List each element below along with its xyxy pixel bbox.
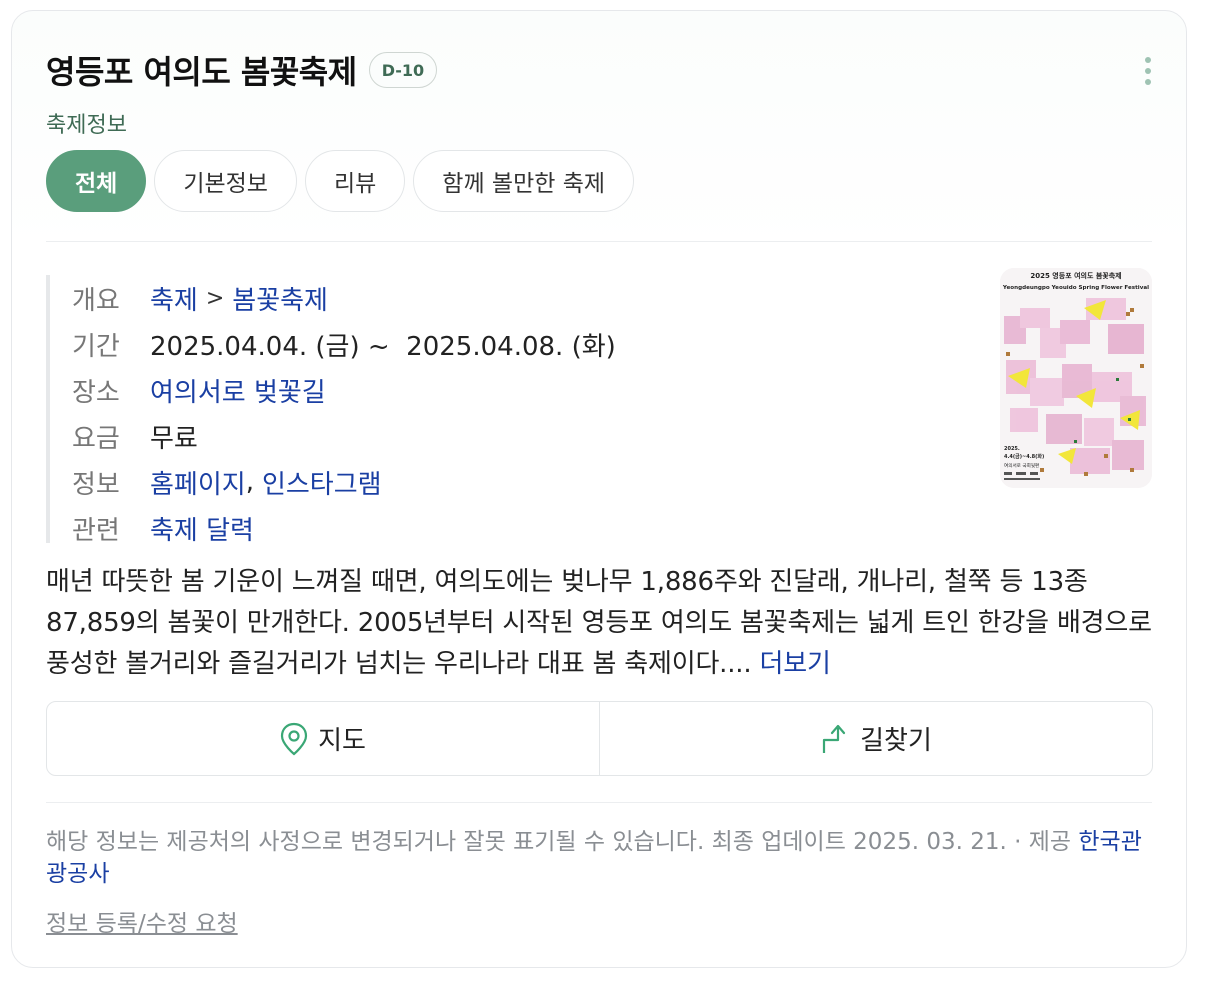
festival-poster[interactable]: 2025 영등포 여의도 봄꽃축제 Yeongdeungpo Yeouido S…	[1000, 268, 1152, 488]
poster-date: 4.4(금)~4.8(화)	[1004, 453, 1044, 460]
poster-english: Yeongdeungpo Yeouido Spring Flower Festi…	[1002, 285, 1149, 291]
tab-bar: 전체 기본정보 리뷰 함께 볼만한 축제	[46, 150, 635, 212]
tab-basic-info[interactable]: 기본정보	[154, 150, 297, 212]
info-row-period: 기간 2025.04.04. (금) ~ 2025.04.08. (화)	[72, 321, 926, 367]
info-row-fee: 요금 무료	[72, 413, 926, 459]
report-edit-link[interactable]: 정보 등록/수정 요청	[46, 904, 238, 938]
poster-title: 2025 영등포 여의도 봄꽃축제	[1030, 271, 1121, 280]
info-label: 관련	[72, 515, 120, 546]
tab-related-festivals[interactable]: 함께 볼만한 축제	[413, 150, 635, 212]
info-label: 장소	[72, 377, 120, 408]
info-label: 기간	[72, 331, 120, 362]
festival-description: 매년 따뜻한 봄 기운이 느껴질 때면, 여의도에는 벚나무 1,886주와 진…	[46, 562, 1156, 685]
page-title[interactable]: 영등포 여의도 봄꽃축제	[46, 47, 357, 93]
info-row-links: 정보 홈페이지 , 인스타그램	[72, 459, 926, 505]
info-notice: 해당 정보는 제공처의 사정으로 변경되거나 잘못 표기될 수 있습니다. 최종…	[46, 826, 1146, 890]
info-row-place: 장소 여의서로 벚꽃길	[72, 367, 926, 413]
instagram-link[interactable]: 인스타그램	[262, 464, 382, 501]
info-row-overview: 개요 축제 > 봄꽃축제	[72, 275, 926, 321]
fee-value: 무료	[150, 423, 198, 454]
description-text: 매년 따뜻한 봄 기운이 느껴질 때면, 여의도에는 벚나무 1,886주와 진…	[46, 567, 1152, 679]
info-row-related: 관련 축제 달력	[72, 505, 926, 551]
info-label: 요금	[72, 423, 120, 454]
notice-text: 해당 정보는 제공처의 사정으로 변경되거나 잘못 표기될 수 있습니다. 최종…	[46, 829, 1007, 855]
comma: ,	[245, 467, 254, 497]
directions-arrow-icon	[823, 724, 846, 753]
poster-image: 2025 영등포 여의도 봄꽃축제 Yeongdeungpo Yeouido S…	[1000, 268, 1152, 488]
read-more-link[interactable]: 더보기	[760, 649, 831, 679]
title-row: 영등포 여의도 봄꽃축제 D-10	[46, 47, 438, 93]
tab-all[interactable]: 전체	[46, 150, 147, 212]
map-button[interactable]: 지도	[47, 702, 599, 775]
info-list: 개요 축제 > 봄꽃축제 기간 2025.04.04. (금) ~ 2025.0…	[46, 275, 926, 546]
action-bar: 지도 길찾기	[46, 701, 1153, 776]
info-label: 개요	[72, 285, 120, 316]
divider	[46, 802, 1152, 803]
map-label: 지도	[318, 726, 366, 756]
place-link[interactable]: 여의서로 벚꽃길	[150, 372, 326, 409]
poster-place: 여의서로 국회뒷편	[1004, 462, 1039, 469]
homepage-link[interactable]: 홈페이지	[150, 464, 246, 501]
tab-reviews[interactable]: 리뷰	[304, 150, 406, 212]
directions-label: 길찾기	[860, 726, 932, 756]
category-link[interactable]: 축제	[150, 280, 198, 317]
info-label: 정보	[72, 469, 120, 500]
location-pin-icon	[280, 722, 308, 755]
more-options-icon[interactable]	[1140, 57, 1156, 85]
directions-button[interactable]: 길찾기	[599, 702, 1152, 775]
subcategory-link[interactable]: 봄꽃축제	[232, 280, 328, 317]
divider	[46, 241, 1152, 242]
dday-badge: D-10	[368, 52, 438, 88]
festival-card: 영등포 여의도 봄꽃축제 D-10 축제정보 전체 기본정보 리뷰 함께 볼만한…	[11, 10, 1187, 968]
period-value: 2025.04.04. (금) ~ 2025.04.08. (화)	[150, 331, 616, 362]
provider-prefix: · 제공	[1014, 829, 1072, 855]
breadcrumb-separator: >	[205, 285, 225, 311]
festival-calendar-link[interactable]: 축제 달력	[150, 510, 254, 547]
svg-text:2025.: 2025.	[1004, 446, 1020, 452]
page-subtitle: 축제정보	[46, 113, 127, 138]
